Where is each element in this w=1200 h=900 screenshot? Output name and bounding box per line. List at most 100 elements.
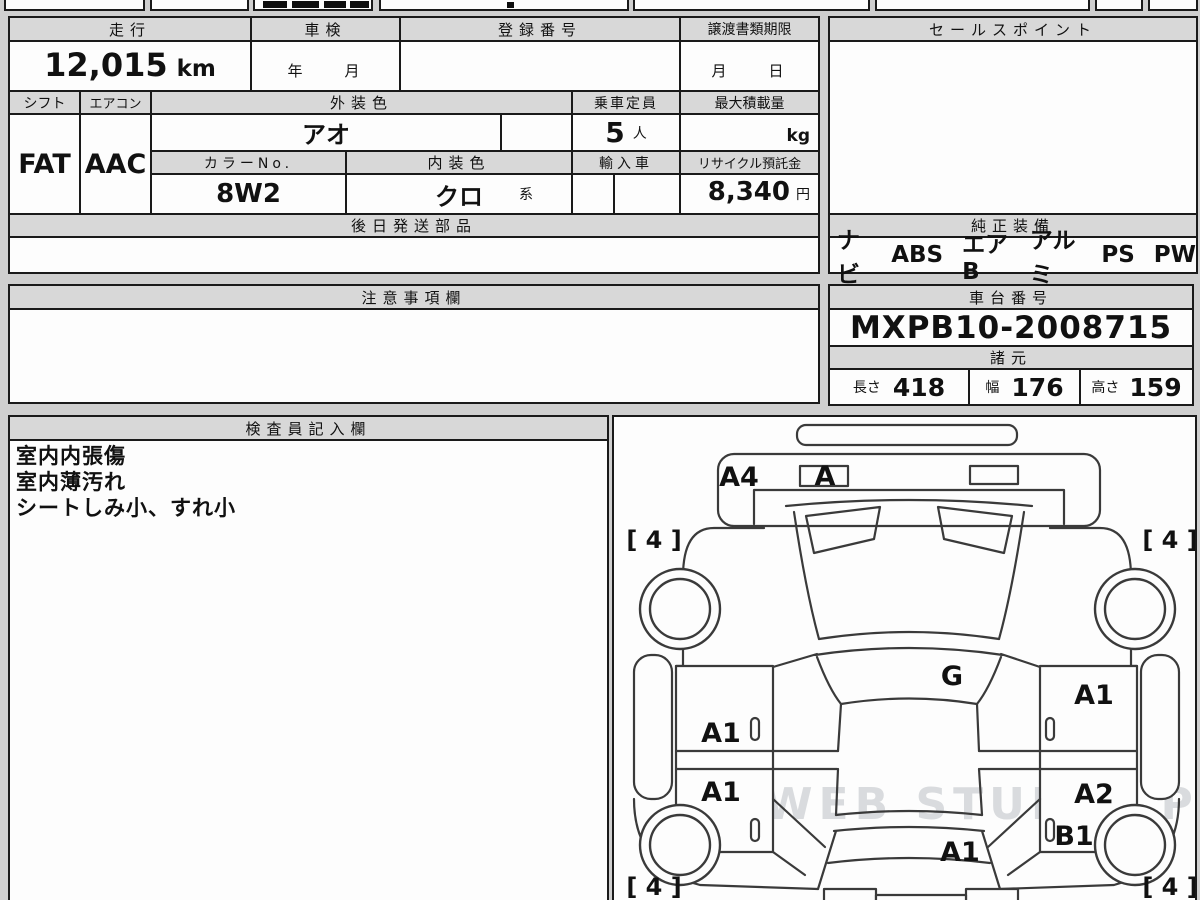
car-diagram-box: WEB STUDIO PRO [612,415,1200,900]
inspector-header: 検査員記入欄 [8,415,609,441]
import-cell-2 [613,173,681,215]
color-no-value: 8W2 [150,173,347,215]
cutoff-cell [150,0,249,11]
hood-left-line [792,510,821,641]
maxload-unit: kg [786,126,810,146]
wheel-front-right-inner [1103,577,1167,641]
registration-cell [399,40,681,92]
exterior-color-extra-cell [500,113,573,152]
equipment-item: ABS [891,242,944,268]
quarter-line-right-2 [1006,850,1042,877]
inspector-body: 室内内張傷 室内薄汚れ シートしみ小、すれ小 [8,439,609,900]
inspector-note: 室内薄汚れ [16,470,126,494]
aircon-value: AAC [79,113,152,215]
recycle-deposit-value: 8,340 [707,177,790,207]
rear-bumper-left-shape [822,887,878,900]
front-panel-right-shape [968,464,1020,486]
quarter-line-right-1 [986,797,1042,849]
grade-door-rear-right: A2 [1074,779,1114,810]
exterior-color-value: アオ [150,113,502,152]
rear-bumper-center-shape [874,893,968,900]
inspection-header: 車検 [250,16,401,42]
cutoff-text-fragment [292,1,319,8]
grade-rear: A1 [940,837,980,868]
cutoff-text-fragment [324,1,346,8]
wheel-front-left-inner [648,577,712,641]
equipment-item: PW [1153,242,1196,268]
grade-door-front-left: A1 [701,718,741,749]
notes-body [8,308,820,404]
inspector-note: 室内内張傷 [16,444,126,468]
cutoff-cell [379,0,629,11]
recycle-deposit-unit: 円 [796,187,810,203]
cutoff-text-fragment [263,1,287,8]
sales-point-header: セールスポイント [828,16,1198,42]
equipment-item: エアB [962,232,1009,285]
spec-width-label: 幅 [985,380,1000,396]
cutoff-cell [875,0,1090,11]
capacity-cell: 5 人 [571,113,681,152]
spec-length-value: 418 [892,372,946,402]
windshield-top-arc [817,630,1001,641]
rear-seat-arc-1 [834,809,984,817]
hatch-left-edge [816,829,838,891]
equipment-item: ナビ [837,228,860,288]
shift-value: FAT [8,113,81,215]
interior-color-cell: クロ 系 [345,173,573,215]
interior-color-suffix: 系 [519,187,533,203]
interior-color-value: クロ [435,182,483,211]
auction-sheet: 走行 車検 登録番号 譲渡書類期限 12,015 km 年 月 月 日 シフト … [0,0,1200,900]
specs-header: 諸元 [828,345,1194,370]
wheel-rear-right-inner [1103,813,1167,877]
import-cell-1 [571,173,615,215]
windshield-bottom-arc [813,646,1005,657]
grade-door-front-right: A1 [1074,680,1114,711]
sales-point-body [828,40,1198,215]
shift-header: シフト [8,90,81,115]
a-pillar-left [771,652,819,669]
side-rail-left-shape [632,653,674,801]
aircon-header: エアコン [79,90,152,115]
import-header: 輸入車 [571,150,681,175]
recycle-deposit-header: リサイクル預託金 [679,150,820,175]
equipment-item: アルミ [1029,228,1076,288]
cutoff-text-fragment [350,1,369,8]
tire-mark-rear-right: [ 4 ] [1142,873,1195,900]
spec-length-cell: 長さ 418 [828,368,970,406]
interior-color-header: 内装色 [345,150,573,175]
cutoff-cell [1148,0,1198,11]
roof-bar-shape [795,423,1019,447]
capacity-header: 乗車定員 [571,90,681,115]
chassis-number-header: 車台番号 [828,284,1194,310]
front-seat-arc [839,697,979,706]
spec-height-value: 159 [1129,372,1182,402]
notes-header: 注意事項欄 [8,284,820,310]
maxload-cell: kg [679,113,820,152]
maxload-header: 最大積載量 [679,90,820,115]
spec-height-cell: 高さ 159 [1079,368,1194,406]
cutoff-cell [4,0,145,11]
hood-right-line [997,510,1026,641]
quarter-line-left-1 [771,797,827,849]
color-no-header: カラーNo. [150,150,347,175]
cutoff-cell [253,0,373,11]
tire-mark-front-right: [ 4 ] [1142,526,1195,554]
mileage-cell: 12,015 km [8,40,252,92]
grade-front-bumper: A4 [719,462,759,493]
later-parts-header: 後日発送部品 [8,213,820,238]
quarter-line-left-2 [771,850,807,877]
spec-height-label: 高さ [1091,380,1120,396]
chassis-number-value: MXPB10-2008715 [828,308,1194,347]
tire-mark-front-left: [ 4 ] [626,526,681,554]
cabin-left-edge [834,702,843,817]
grade-hood: G [941,661,963,692]
cutoff-cell [1095,0,1143,11]
mileage-unit: km [176,56,216,82]
grade-front-panel: A [815,461,836,492]
mileage-value: 12,015 [44,46,168,84]
cutoff-text-fragment [507,2,514,8]
grade-quarter-rear-right: B1 [1054,821,1093,852]
capacity-unit: 人 [632,125,647,142]
recycle-deposit-cell: 8,340 円 [679,173,820,215]
spec-length-label: 長さ [852,380,881,396]
